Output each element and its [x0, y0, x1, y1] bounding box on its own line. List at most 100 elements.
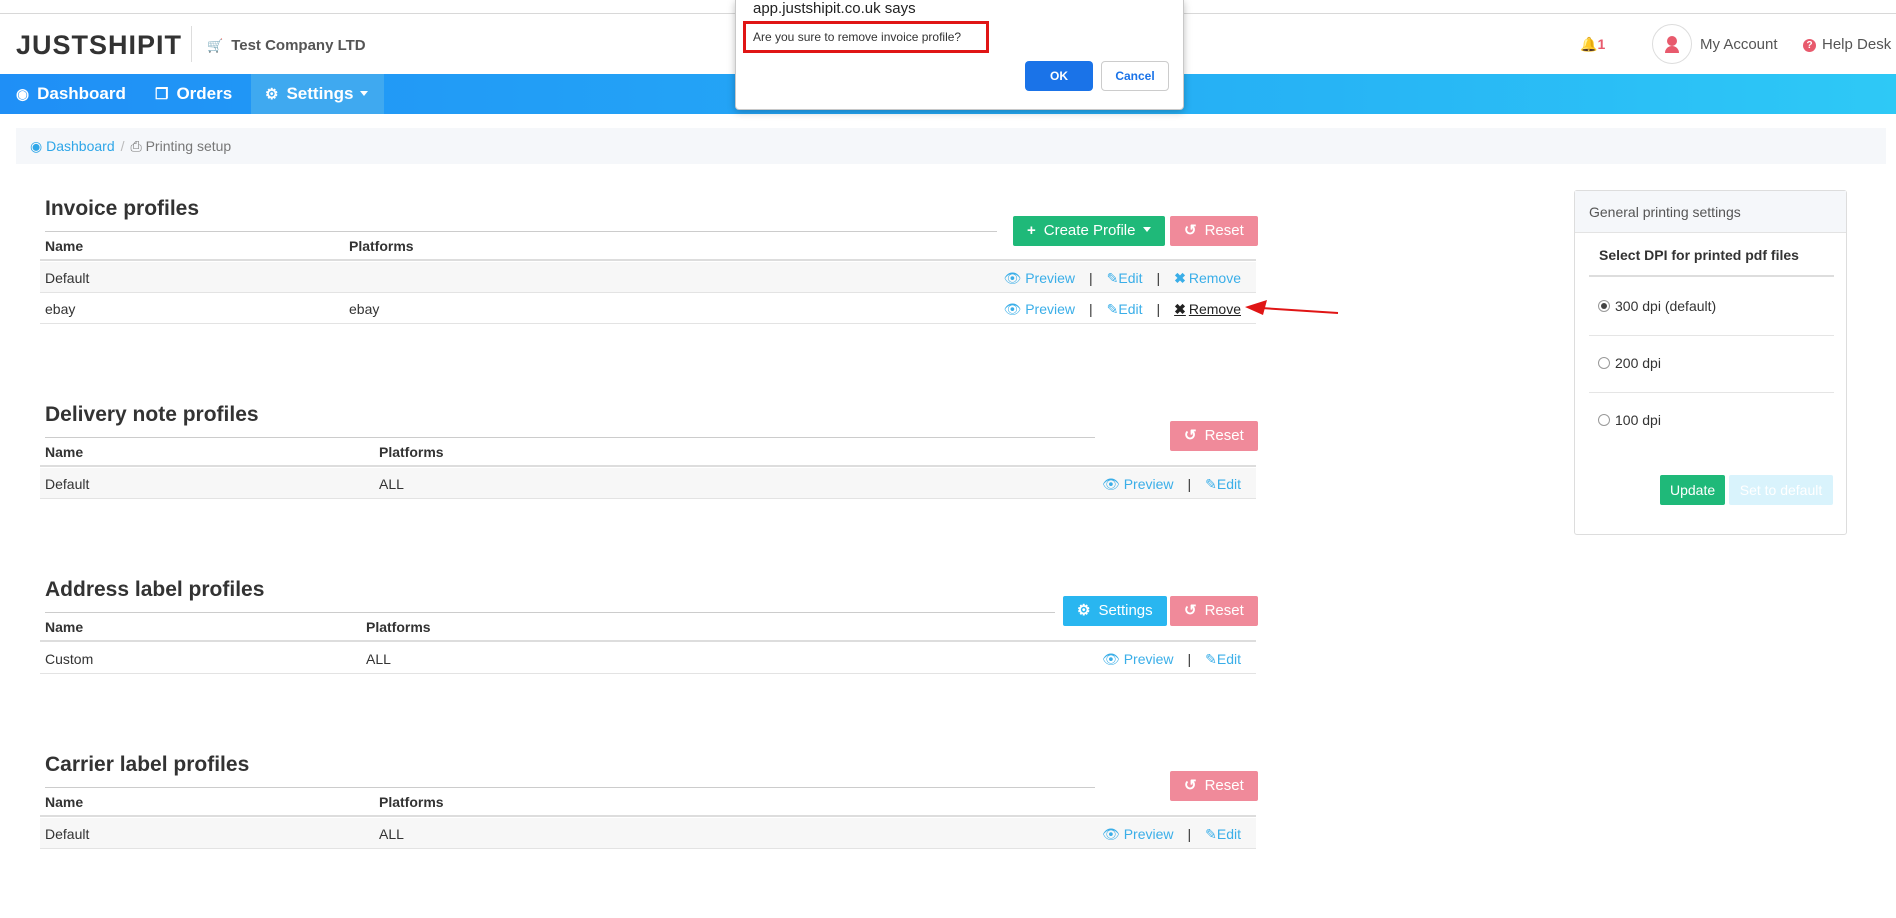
- edit-link[interactable]: ✎Edit: [1205, 826, 1241, 842]
- bell-icon: 🔔: [1580, 36, 1598, 52]
- action-separator: |: [1187, 826, 1192, 842]
- profile-platforms: ALL: [379, 476, 404, 492]
- row-actions: 👁 Preview | ✎Edit: [1102, 476, 1241, 493]
- logo[interactable]: JUSTSHIPIT: [16, 30, 182, 61]
- pencil-icon: ✎: [1106, 301, 1119, 317]
- preview-label: Preview: [1025, 301, 1075, 317]
- set-to-default-button[interactable]: Set to default: [1729, 475, 1833, 505]
- table-header: Name Platforms: [40, 229, 1256, 261]
- eye-icon: 👁: [1003, 301, 1026, 317]
- question-icon: ?: [1803, 39, 1816, 52]
- row-actions: 👁 Preview | ✎Edit: [1102, 651, 1241, 668]
- edit-link[interactable]: ✎Edit: [1205, 651, 1241, 667]
- col-platforms: Platforms: [349, 238, 414, 254]
- nav-dashboard-label: Dashboard: [37, 84, 126, 103]
- radio-button[interactable]: [1598, 414, 1610, 426]
- delivery-note-profiles-section: Delivery note profiles ↺ Reset Name Platf…: [40, 403, 1258, 503]
- breadcrumb-dashboard-label: Dashboard: [46, 138, 115, 154]
- table-row: Default ALL 👁 Preview | ✎Edit: [40, 468, 1256, 499]
- profile-name: Default: [45, 476, 90, 492]
- company-name: Test Company LTD: [231, 37, 366, 54]
- section-title: Address label profiles: [45, 578, 265, 601]
- breadcrumb-current: ⎙ Printing setup: [131, 138, 232, 154]
- preview-label: Preview: [1123, 826, 1174, 842]
- profile-name: Custom: [45, 651, 94, 667]
- breadcrumb-current-label: Printing setup: [145, 138, 232, 154]
- section-title: Delivery note profiles: [45, 403, 259, 426]
- dpi-heading: Select DPI for printed pdf files: [1589, 247, 1834, 277]
- action-separator: |: [1156, 301, 1161, 317]
- panel-title: General printing settings: [1575, 191, 1846, 233]
- nav-dashboard[interactable]: ◉ Dashboard: [2, 74, 140, 114]
- nav-settings[interactable]: ⚙ Settings: [251, 74, 384, 114]
- action-separator: |: [1088, 301, 1093, 317]
- action-separator: |: [1187, 476, 1192, 492]
- action-separator: |: [1187, 651, 1192, 667]
- row-actions: 👁 Preview | ✎Edit | ✖ Remove: [1004, 270, 1241, 287]
- row-actions: 👁 Preview | ✎Edit | ✖ Remove: [1004, 301, 1241, 318]
- col-platforms: Platforms: [379, 444, 444, 460]
- section-title: Carrier label profiles: [45, 753, 250, 776]
- action-separator: |: [1088, 270, 1093, 286]
- company-selector[interactable]: 🛒 Test Company LTD: [207, 37, 366, 54]
- section-title: Invoice profiles: [45, 197, 200, 220]
- nav-settings-label: Settings: [286, 84, 354, 103]
- edit-label: Edit: [1216, 826, 1241, 842]
- preview-link[interactable]: 👁 Preview: [1102, 476, 1173, 492]
- action-separator: |: [1156, 270, 1161, 286]
- profile-platforms: ALL: [366, 651, 391, 667]
- preview-label: Preview: [1025, 270, 1075, 286]
- my-account-link[interactable]: My Account: [1700, 36, 1778, 53]
- ok-button[interactable]: OK: [1025, 61, 1093, 91]
- edit-label: Edit: [1216, 651, 1241, 667]
- cancel-button[interactable]: Cancel: [1101, 61, 1169, 91]
- header-divider: [191, 26, 192, 62]
- preview-label: Preview: [1123, 476, 1174, 492]
- preview-link[interactable]: 👁 Preview: [1102, 651, 1173, 667]
- dpi-option-300[interactable]: 300 dpi (default): [1589, 279, 1834, 336]
- eye-icon: 👁: [1102, 651, 1124, 667]
- dpi-option-label: 200 dpi: [1615, 355, 1661, 371]
- pencil-icon: ✎: [1205, 476, 1217, 492]
- remove-link[interactable]: ✖ Remove: [1174, 270, 1241, 286]
- dialog-message: Are you sure to remove invoice profile?: [743, 21, 989, 53]
- breadcrumb-dashboard[interactable]: ◉ Dashboard: [30, 138, 115, 154]
- avatar[interactable]: [1652, 24, 1692, 64]
- dpi-option-100[interactable]: 100 dpi: [1589, 393, 1834, 450]
- help-desk-link[interactable]: ? Help Desk: [1803, 36, 1891, 53]
- eye-icon: 👁: [1102, 826, 1124, 842]
- eye-icon: 👁: [1102, 476, 1124, 492]
- col-platforms: Platforms: [379, 794, 444, 810]
- preview-link[interactable]: 👁 Preview: [1004, 270, 1075, 286]
- copy-icon: ❐: [155, 86, 169, 103]
- edit-label: Edit: [1118, 301, 1143, 317]
- nav-orders[interactable]: ❐ Orders: [141, 74, 246, 114]
- preview-link[interactable]: 👁 Preview: [1004, 301, 1075, 317]
- edit-label: Edit: [1216, 476, 1241, 492]
- table-header: Name Platforms: [40, 785, 1256, 817]
- table-row: Default ALL 👁 Preview | ✎Edit: [40, 818, 1256, 849]
- radio-button[interactable]: [1598, 300, 1610, 312]
- dpi-option-label: 100 dpi: [1615, 412, 1661, 428]
- radio-button[interactable]: [1598, 357, 1610, 369]
- col-name: Name: [45, 444, 84, 460]
- notifications-button[interactable]: 🔔1: [1580, 36, 1605, 53]
- eye-icon: 👁: [1003, 270, 1026, 286]
- preview-link[interactable]: 👁 Preview: [1102, 826, 1173, 842]
- breadcrumb-separator: /: [120, 138, 125, 154]
- update-button[interactable]: Update: [1660, 475, 1726, 505]
- edit-link[interactable]: ✎Edit: [1107, 301, 1143, 317]
- edit-label: Edit: [1118, 270, 1143, 286]
- table-row: Custom ALL 👁 Preview | ✎Edit: [40, 643, 1256, 674]
- edit-link[interactable]: ✎Edit: [1107, 270, 1143, 286]
- profile-name: Default: [45, 826, 90, 842]
- cart-icon: 🛒: [207, 38, 224, 53]
- dpi-option-200[interactable]: 200 dpi: [1589, 336, 1834, 393]
- invoice-profiles-section: Invoice profiles + Create Profile ↺ Reset …: [40, 197, 1258, 327]
- dashboard-icon: ◉: [30, 138, 47, 154]
- remove-link[interactable]: ✖ Remove: [1174, 301, 1241, 317]
- col-platforms: Platforms: [366, 619, 431, 635]
- edit-link[interactable]: ✎Edit: [1205, 476, 1241, 492]
- annotation-arrow-icon: [1245, 300, 1339, 315]
- col-name: Name: [45, 238, 84, 254]
